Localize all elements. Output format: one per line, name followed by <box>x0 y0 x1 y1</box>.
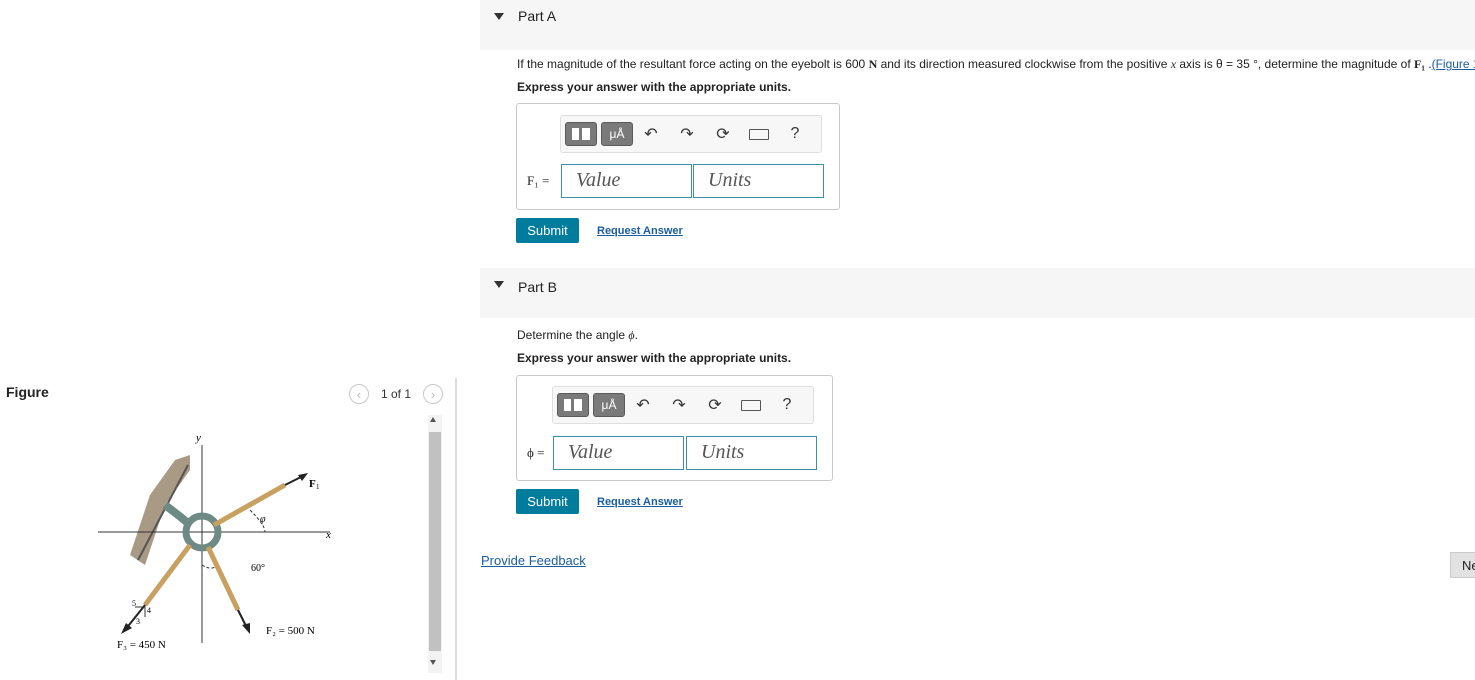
previous-figure-button[interactable]: ‹ <box>349 384 369 404</box>
help-icon: ? <box>790 125 800 142</box>
help-button[interactable]: ? <box>777 125 813 143</box>
part-a-header[interactable]: Part A <box>480 0 1475 50</box>
phi-label: φ <box>260 514 266 525</box>
rope-f3 <box>143 543 192 607</box>
question-force: F₁ <box>1413 57 1425 71</box>
part-a-express-instruction: Express your answer with the appropriate… <box>517 80 792 94</box>
wall-surface <box>130 455 190 565</box>
figure-pager: ‹ 1 of 1 › <box>349 384 444 404</box>
undo-icon: ↶ <box>636 397 650 414</box>
y-axis-label: y <box>195 432 201 444</box>
redo-icon: ↷ <box>680 126 694 143</box>
part-a-submit-button[interactable]: Submit <box>516 218 579 243</box>
f2-label: F₂ = 500 N <box>266 625 315 637</box>
ratio-5-label: 5 <box>132 599 136 608</box>
figure-scrollbar-thumb[interactable] <box>429 432 441 651</box>
question-text-3: axis is <box>1176 57 1217 71</box>
part-b-express-instruction: Express your answer with the appropriate… <box>517 351 792 365</box>
eyebolt-diagram: y x F 1 φ 60° F₂ = 500 N F₃ = 450 N 5 4 … <box>98 432 331 651</box>
undo-icon: ↶ <box>644 126 658 143</box>
mu-angstrom-icon: μÅ <box>609 127 625 141</box>
arrowhead-f1 <box>298 473 308 481</box>
symbols-button[interactable]: μÅ <box>593 393 625 417</box>
part-b-request-answer-link[interactable]: Request Answer <box>597 496 683 508</box>
x-axis-label: x <box>325 529 331 541</box>
keyboard-icon <box>741 399 761 411</box>
reset-icon: ⟳ <box>708 397 722 414</box>
sixty-degree-label: 60° <box>251 563 265 574</box>
question-b-text: Determine the angle <box>517 328 629 342</box>
part-b-math-toolbar: μÅ ↶ ↷ ⟳ ? <box>552 386 814 424</box>
question-text-4: , determine the magnitude of <box>1257 57 1414 71</box>
templates-button[interactable] <box>565 122 597 146</box>
help-button[interactable]: ? <box>769 396 805 414</box>
redo-button[interactable]: ↷ <box>661 395 697 415</box>
undo-button[interactable]: ↶ <box>633 124 669 144</box>
caret-down-icon <box>494 281 504 288</box>
template-grid-icon <box>564 399 582 411</box>
scroll-up-arrow-icon[interactable] <box>430 417 436 422</box>
caret-down-icon <box>494 13 504 20</box>
chevron-right-icon: › <box>430 386 436 402</box>
part-a-math-toolbar: μÅ ↶ ↷ ⟳ ? <box>560 115 822 153</box>
keyboard-icon <box>749 128 769 140</box>
part-a-value-input[interactable]: Value <box>561 164 692 198</box>
figure-title: Figure <box>6 384 49 400</box>
keyboard-button[interactable] <box>733 399 769 411</box>
panel-divider <box>455 378 457 680</box>
f3-label: F₃ = 450 N <box>117 639 166 651</box>
sixty-arc <box>201 564 216 569</box>
template-grid-icon <box>572 128 590 140</box>
symbols-button[interactable]: μÅ <box>601 122 633 146</box>
part-a-title: Part A <box>518 8 557 24</box>
f1-label: F <box>309 478 316 490</box>
question-text-2: and its direction measured clockwise fro… <box>877 57 1171 71</box>
scroll-down-arrow-icon[interactable] <box>430 660 436 665</box>
part-a-units-input[interactable]: Units <box>693 164 824 198</box>
part-b-header[interactable]: Part B <box>480 268 1475 318</box>
templates-button[interactable] <box>557 393 589 417</box>
part-a-equation-label: F₁ = <box>527 173 550 188</box>
question-b-end: . <box>634 328 638 342</box>
part-b-equation-label: ϕ = <box>527 445 545 460</box>
question-text-1: If the magnitude of the resultant force … <box>517 57 869 71</box>
redo-button[interactable]: ↷ <box>669 124 705 144</box>
keyboard-button[interactable] <box>741 128 777 140</box>
question-theta: θ = 35 ° <box>1216 57 1258 71</box>
eyebolt-figure: y x F 1 φ 60° F₂ = 500 N F₃ = 450 N 5 4 … <box>90 425 350 665</box>
part-b-submit-button[interactable]: Submit <box>516 489 579 514</box>
figure-count: 1 of 1 <box>381 387 412 401</box>
question-unit: N <box>868 57 878 71</box>
figure-1-link[interactable]: (Figure 1) <box>1432 57 1475 71</box>
undo-button[interactable]: ↶ <box>625 395 661 415</box>
rope-f1 <box>212 482 287 528</box>
chevron-left-icon: ‹ <box>356 386 362 402</box>
part-a-question: If the magnitude of the resultant force … <box>517 57 1475 72</box>
reset-button[interactable]: ⟳ <box>697 395 733 415</box>
f1-subscript: 1 <box>316 483 320 491</box>
part-a-request-answer-link[interactable]: Request Answer <box>597 225 683 237</box>
ratio-3-label: 3 <box>136 617 140 626</box>
arrowhead-f2 <box>242 623 250 634</box>
part-b-units-input[interactable]: Units <box>686 436 817 470</box>
part-b-value-input[interactable]: Value <box>553 436 684 470</box>
part-b-title: Part B <box>518 279 557 295</box>
redo-icon: ↷ <box>672 397 686 414</box>
mu-angstrom-icon: μÅ <box>601 398 617 412</box>
reset-button[interactable]: ⟳ <box>705 124 741 144</box>
part-b-question: Determine the angle ϕ. <box>517 328 638 343</box>
provide-feedback-link[interactable]: Provide Feedback <box>481 553 586 568</box>
ratio-4-label: 4 <box>147 606 151 615</box>
rope-f2 <box>205 545 241 612</box>
help-icon: ? <box>782 396 792 413</box>
next-button[interactable]: Ne <box>1450 552 1475 578</box>
reset-icon: ⟳ <box>716 126 730 143</box>
next-figure-button[interactable]: › <box>423 384 444 404</box>
